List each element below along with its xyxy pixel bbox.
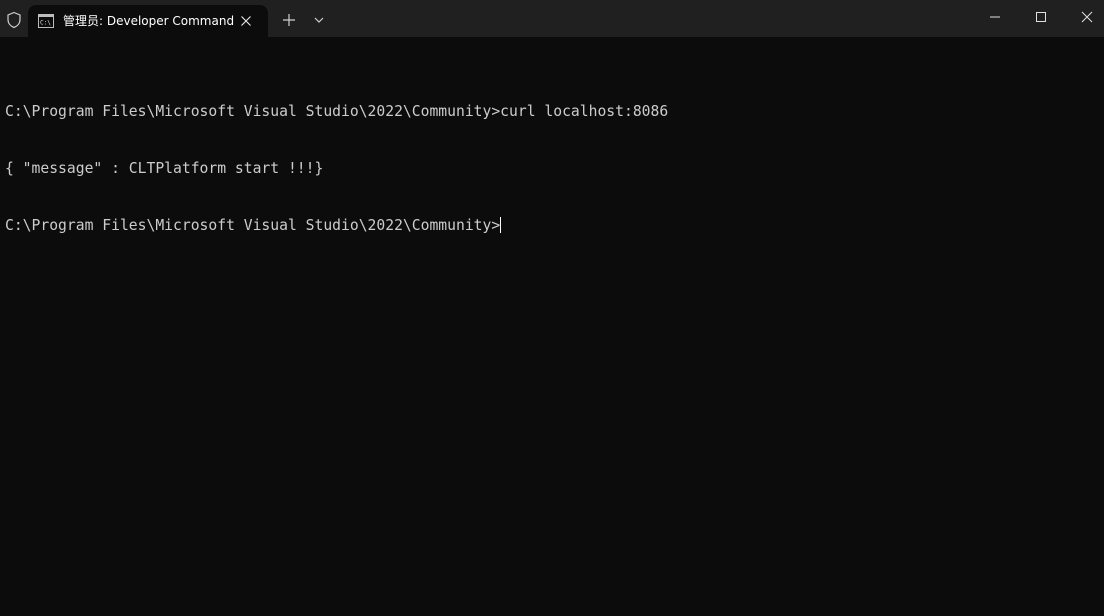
minimize-button[interactable] [972, 0, 1018, 34]
terminal-prompt: C:\Program Files\Microsoft Visual Studio… [5, 217, 501, 234]
new-tab-button[interactable] [280, 11, 298, 29]
svg-text:C:\: C:\ [40, 20, 51, 27]
title-bar[interactable]: C:\ 管理员: Developer Command [0, 0, 1104, 37]
maximize-button[interactable] [1018, 0, 1064, 34]
tab-developer-command[interactable]: C:\ 管理员: Developer Command [28, 5, 268, 37]
text-cursor [500, 217, 502, 233]
tab-title: 管理员: Developer Command [63, 14, 235, 28]
terminal-output[interactable]: C:\Program Files\Microsoft Visual Studio… [5, 64, 1099, 254]
shield-icon [5, 11, 23, 29]
tab-close-icon[interactable] [238, 13, 254, 29]
terminal-prompt-line[interactable]: C:\Program Files\Microsoft Visual Studio… [5, 216, 1099, 235]
plus-icon [283, 14, 295, 26]
close-window-button[interactable] [1064, 0, 1104, 34]
close-icon [1081, 11, 1093, 23]
minimize-icon [990, 16, 1000, 18]
maximize-icon [1036, 12, 1046, 22]
cmd-icon: C:\ [38, 14, 54, 28]
tab-dropdown-button[interactable] [311, 12, 327, 28]
chevron-down-icon [314, 17, 324, 23]
terminal-line: C:\Program Files\Microsoft Visual Studio… [5, 103, 669, 120]
terminal-line: { "message" : CLTPlatform start !!!} [5, 160, 324, 177]
